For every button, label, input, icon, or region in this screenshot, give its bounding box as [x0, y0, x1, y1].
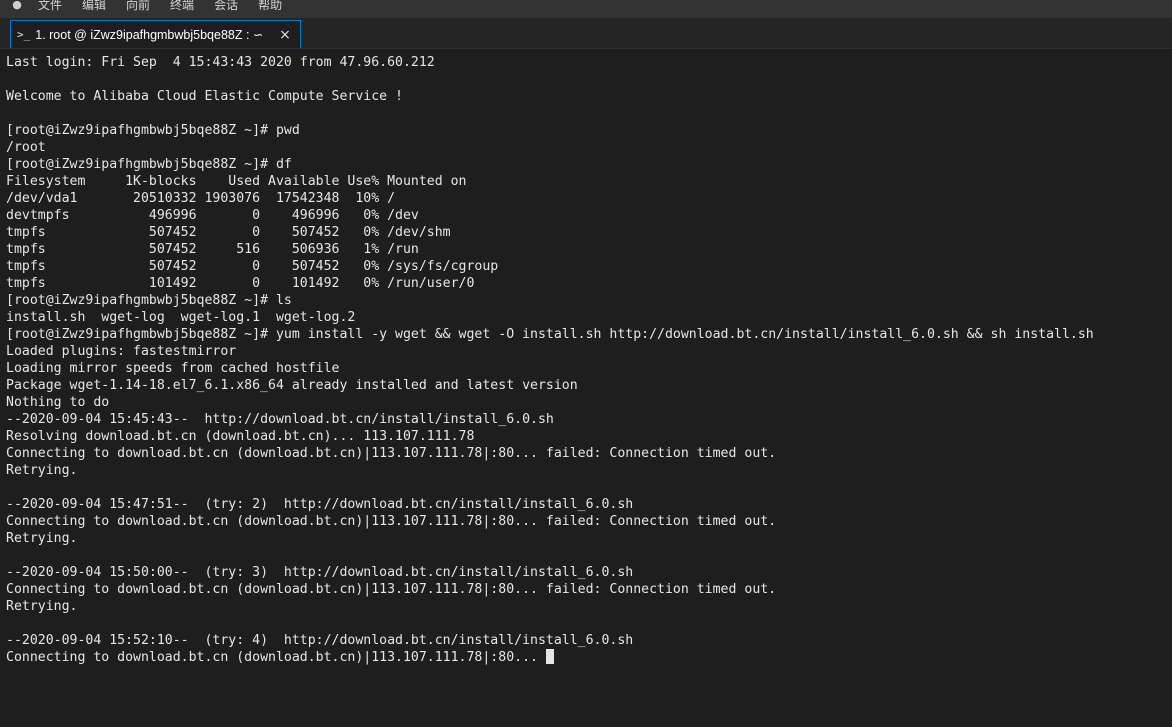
terminal-line: install.sh wget-log wget-log.1 wget-log.… — [6, 310, 356, 325]
terminal-line: tmpfs 507452 0 507452 0% /dev/shm — [6, 225, 451, 240]
terminal-line: Connecting to download.bt.cn (download.b… — [6, 514, 777, 529]
terminal-line: [root@iZwz9ipafhgmbwbj5bqe88Z ~]# ls — [6, 293, 292, 308]
menu-session[interactable]: 会话 — [204, 0, 248, 18]
terminal-prompt-icon: >_ — [17, 28, 31, 41]
tab-session-1[interactable]: >_ 1. root @ iZwz9ipafhgmbwbj5bqe88Z : ∽… — [10, 20, 301, 48]
terminal-output[interactable]: Last login: Fri Sep 4 15:43:43 2020 from… — [6, 54, 1172, 727]
terminal-active-line: Connecting to download.bt.cn (download.b… — [6, 649, 1172, 666]
terminal-line: Retrying. — [6, 463, 78, 478]
terminal-line: Filesystem 1K-blocks Used Available Use%… — [6, 174, 467, 189]
terminal-line: --2020-09-04 15:47:51-- (try: 2) http://… — [6, 497, 634, 512]
terminal-line: [root@iZwz9ipafhgmbwbj5bqe88Z ~]# pwd — [6, 123, 300, 138]
terminal-line: Connecting to download.bt.cn (download.b… — [6, 446, 777, 461]
terminal-line: Loaded plugins: fastestmirror — [6, 344, 237, 359]
tux-icon[interactable]: ● — [0, 0, 28, 18]
menu-terminal[interactable]: 终端 — [160, 0, 204, 18]
menu-forward[interactable]: 向前 — [116, 0, 160, 18]
terminal-line: Package wget-1.14-18.el7_6.1.x86_64 alre… — [6, 378, 578, 393]
terminal-line: tmpfs 507452 0 507452 0% /sys/fs/cgroup — [6, 259, 499, 274]
terminal-line: /dev/vda1 20510332 1903076 17542348 10% … — [6, 191, 396, 206]
terminal-line: --2020-09-04 15:50:00-- (try: 3) http://… — [6, 565, 634, 580]
terminal-line: Loading mirror speeds from cached hostfi… — [6, 361, 340, 376]
terminal-line: Resolving download.bt.cn (download.bt.cn… — [6, 429, 475, 444]
terminal-line: --2020-09-04 15:45:43-- http://download.… — [6, 412, 554, 427]
terminal-active-text: Connecting to download.bt.cn (download.b… — [6, 650, 538, 665]
terminal-line: /root — [6, 140, 46, 155]
menu-file[interactable]: 文件 — [28, 0, 72, 18]
terminal-line: Retrying. — [6, 531, 78, 546]
terminal-line: [root@iZwz9ipafhgmbwbj5bqe88Z ~]# yum in… — [6, 327, 1094, 342]
menu-bar: ● 文件 编辑 向前 终端 会话 帮助 — [0, 0, 1172, 18]
terminal-line: devtmpfs 496996 0 496996 0% /dev — [6, 208, 419, 223]
tab-bar: >_ 1. root @ iZwz9ipafhgmbwbj5bqe88Z : ∽… — [0, 18, 1172, 49]
text-cursor — [545, 649, 554, 664]
terminal-line: Connecting to download.bt.cn (download.b… — [6, 582, 777, 597]
menu-help[interactable]: 帮助 — [248, 0, 292, 18]
terminal-line: Nothing to do — [6, 395, 110, 410]
tab-title: 1. root @ iZwz9ipafhgmbwbj5bqe88Z : ∽ — [35, 28, 264, 42]
terminal-line: Retrying. — [6, 599, 78, 614]
terminal-line: Welcome to Alibaba Cloud Elastic Compute… — [6, 89, 403, 104]
terminal-window: ● 文件 编辑 向前 终端 会话 帮助 >_ 1. root @ iZwz9ip… — [0, 0, 1172, 727]
terminal-line: --2020-09-04 15:52:10-- (try: 4) http://… — [6, 633, 634, 648]
close-icon[interactable]: × — [278, 27, 292, 43]
terminal-line: tmpfs 101492 0 101492 0% /run/user/0 — [6, 276, 475, 291]
terminal-line: tmpfs 507452 516 506936 1% /run — [6, 242, 419, 257]
menu-edit[interactable]: 编辑 — [72, 0, 116, 18]
terminal-line: Last login: Fri Sep 4 15:43:43 2020 from… — [6, 55, 435, 70]
terminal-line: [root@iZwz9ipafhgmbwbj5bqe88Z ~]# df — [6, 157, 292, 172]
